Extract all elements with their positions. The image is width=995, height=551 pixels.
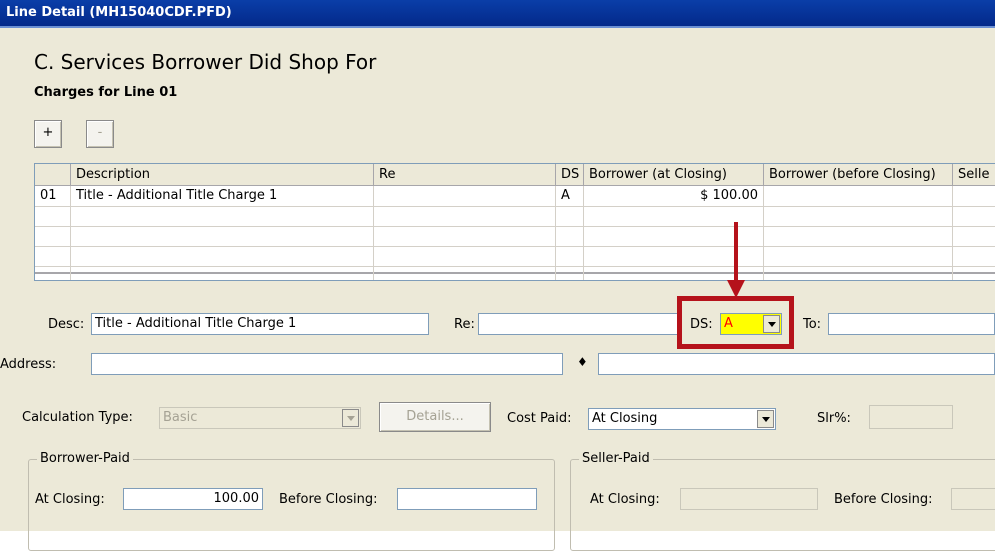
borrower-at-closing-field[interactable]: 100.00	[123, 488, 263, 510]
grid-header-borrower-at-closing[interactable]: Borrower (at Closing)	[584, 164, 764, 186]
borrower-at-closing-cell: $ 100.00	[700, 188, 758, 203]
seller-before-closing-field[interactable]	[951, 488, 995, 510]
cost-paid-value: At Closing	[592, 411, 658, 426]
slr-percent-label: Slr%:	[817, 411, 851, 426]
cost-paid-select[interactable]: At Closing	[588, 408, 776, 430]
desc-field[interactable]: Title - Additional Title Charge 1	[91, 313, 429, 335]
borrower-before-closing-field[interactable]	[397, 488, 537, 510]
to-label: To:	[803, 317, 822, 332]
address-label: Address:	[0, 357, 57, 372]
grid-header-seller[interactable]: Selle	[953, 164, 995, 186]
borrower-before-closing-cell	[764, 186, 953, 206]
ds-select-value: A	[724, 316, 733, 331]
desc-label: Desc:	[48, 317, 85, 332]
ds-select[interactable]: A	[720, 313, 782, 335]
re-field[interactable]	[478, 313, 678, 335]
line-detail-window: Line Detail (MH15040CDF.PFD) C. Services…	[0, 0, 995, 551]
seller-at-closing-field[interactable]	[680, 488, 818, 510]
calculation-type-label: Calculation Type:	[22, 410, 133, 425]
to-field[interactable]	[828, 313, 995, 335]
description-cell: Title - Additional Title Charge 1	[76, 188, 278, 203]
window-title: Line Detail (MH15040CDF.PFD)	[6, 5, 232, 20]
seller-cell	[953, 186, 995, 206]
title-bar: Line Detail (MH15040CDF.PFD)	[0, 0, 995, 28]
re-cell	[374, 186, 556, 206]
borrower-at-closing-label: At Closing:	[35, 492, 105, 507]
re-label: Re:	[454, 317, 475, 332]
row-number-cell: 01	[40, 188, 57, 203]
charges-subtitle: Charges for Line 01	[34, 85, 178, 100]
grid-header-ds[interactable]: DS	[556, 164, 584, 186]
add-charge-button[interactable]: +	[34, 120, 62, 148]
address-line2-field[interactable]	[598, 353, 995, 375]
borrower-paid-title: Borrower-Paid	[37, 451, 133, 466]
seller-before-closing-label: Before Closing:	[834, 492, 933, 507]
cost-paid-label: Cost Paid:	[507, 411, 572, 426]
details-button[interactable]: Details...	[379, 402, 491, 432]
borrower-before-closing-label: Before Closing:	[279, 492, 378, 507]
slr-percent-field[interactable]	[869, 405, 953, 429]
bullet-icon: ♦	[577, 355, 588, 369]
chevron-down-icon[interactable]	[342, 409, 359, 427]
borrower-paid-group: Borrower-Paid At Closing: 100.00 Before …	[28, 451, 555, 551]
calculation-type-value: Basic	[163, 410, 198, 425]
remove-charge-button[interactable]: -	[86, 120, 114, 148]
chevron-down-icon[interactable]	[763, 315, 780, 333]
grid-header-row-number[interactable]	[35, 164, 71, 186]
charges-grid: Description Re DS Borrower (at Closing) …	[34, 163, 995, 281]
seller-at-closing-label: At Closing:	[590, 492, 660, 507]
address-field[interactable]	[91, 353, 563, 375]
ds-cell: A	[561, 188, 570, 203]
grid-header-description[interactable]: Description	[71, 164, 374, 186]
grid-header-borrower-before-closing[interactable]: Borrower (before Closing)	[764, 164, 953, 186]
calculation-type-select[interactable]: Basic	[159, 407, 361, 429]
annotation-arrow	[727, 222, 745, 298]
dialog-content: C. Services Borrower Did Shop For Charge…	[0, 28, 995, 551]
seller-paid-title: Seller-Paid	[579, 451, 653, 466]
chevron-down-icon[interactable]	[757, 410, 774, 428]
seller-paid-group: Seller-Paid At Closing: Before Closing:	[570, 451, 995, 551]
section-title: C. Services Borrower Did Shop For	[34, 50, 377, 74]
grid-header-re[interactable]: Re	[374, 164, 556, 186]
ds-label: DS:	[690, 317, 713, 332]
